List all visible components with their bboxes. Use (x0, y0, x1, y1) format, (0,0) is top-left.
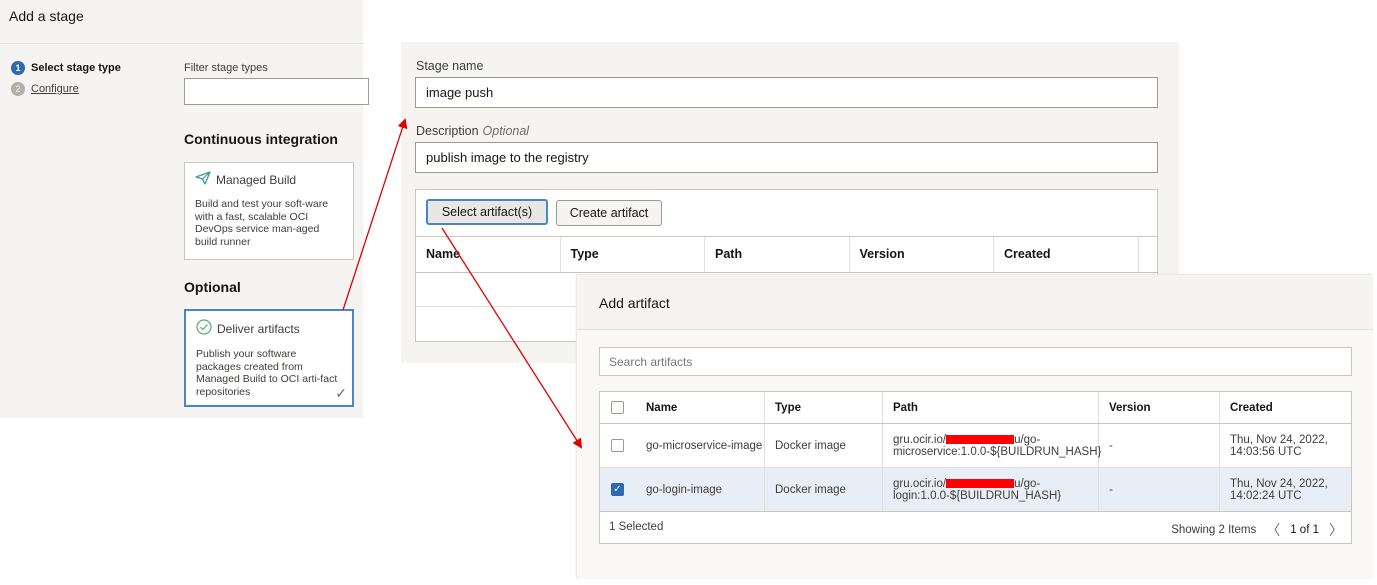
artifact-type: Docker image (765, 424, 883, 467)
path-after-redact: u/go- (1014, 433, 1041, 446)
step-select-stage-type: 1 Select stage type (11, 61, 121, 75)
filter-stage-types-input[interactable] (184, 78, 369, 105)
created-time: 14:03:56 UTC (1230, 445, 1302, 458)
artifact-created: Thu, Nov 24, 2022, 14:03:56 UTC (1220, 424, 1351, 467)
column-header-name[interactable]: Name (636, 392, 765, 423)
step-label: Select stage type (31, 62, 121, 74)
create-artifact-button[interactable]: Create artifact (556, 200, 662, 226)
description-input[interactable]: publish image to the registry (415, 142, 1158, 173)
artifact-version: - (1099, 424, 1220, 467)
column-header-type[interactable]: Type (765, 392, 883, 423)
stage-name-input[interactable]: image push (415, 77, 1158, 108)
column-header-version[interactable]: Version (1099, 392, 1220, 423)
artifact-path: gru.ocir.io/u/go- microservice:1.0.0-${B… (883, 424, 1102, 467)
selected-count: 1 Selected (609, 521, 664, 533)
path-prefix: gru.ocir.io/ (893, 433, 947, 446)
artifact-name: go-microservice-image (636, 424, 765, 467)
redaction-mark (946, 478, 1015, 488)
row-select-cell[interactable] (600, 424, 636, 467)
table-row[interactable]: go-microservice-image Docker image gru.o… (600, 424, 1351, 468)
selected-check-icon: ✓ (335, 385, 347, 401)
select-all-checkbox[interactable] (611, 401, 624, 414)
row-checkbox-checked[interactable]: ✓ (611, 483, 624, 496)
managed-build-desc: Build and test your soft-ware with a fas… (195, 198, 329, 248)
column-header-path[interactable]: Path (883, 392, 1099, 423)
artifact-created: Thu, Nov 24, 2022, 14:02:24 UTC (1220, 468, 1351, 511)
step-configure[interactable]: 2 Configure (11, 82, 79, 96)
artifact-path: gru.ocir.io/u/go- login:1.0.0-${BUILDRUN… (883, 468, 1099, 511)
column-header-path[interactable]: Path (705, 237, 850, 272)
table-footer: 1 Selected Showing 2 Items 〈 1 of 1 〉 (600, 512, 1351, 543)
managed-build-title: Managed Build (216, 172, 297, 187)
pagination: Showing 2 Items 〈 1 of 1 〉 (1171, 520, 1343, 540)
add-stage-header: Add a stage (0, 0, 363, 44)
column-header-name[interactable]: Name (416, 237, 561, 272)
column-header-created[interactable]: Created (994, 237, 1139, 272)
created-date: Thu, Nov 24, 2022, (1230, 477, 1328, 490)
step-number-2-icon: 2 (11, 82, 25, 96)
artifacts-table: Name Type Path Version Created go-micros… (599, 391, 1352, 544)
artifacts-table-header: Name Type Path Version Created (416, 236, 1157, 273)
artifact-name: go-login-image (636, 468, 765, 511)
column-header-version[interactable]: Version (850, 237, 994, 272)
select-artifacts-button[interactable]: Select artifact(s) (426, 199, 548, 225)
created-date: Thu, Nov 24, 2022, (1230, 433, 1328, 446)
add-artifact-body: Name Type Path Version Created go-micros… (577, 330, 1373, 579)
page-count: 1 of 1 (1290, 524, 1319, 536)
add-stage-panel: Add a stage 1 Select stage type 2 Config… (0, 0, 369, 418)
select-all-cell[interactable] (600, 392, 636, 423)
redaction-mark (946, 434, 1015, 444)
add-stage-title: Add a stage (9, 8, 84, 24)
step-label[interactable]: Configure (31, 83, 79, 95)
description-label: Description Optional (416, 124, 529, 138)
created-time: 14:02:24 UTC (1230, 489, 1302, 502)
managed-build-title-row: Managed Build (195, 171, 343, 188)
deliver-artifacts-desc: Publish your software packages created f… (196, 348, 338, 398)
artifact-version: - (1099, 468, 1220, 511)
deliver-artifacts-card[interactable]: Deliver artifacts Publish your software … (184, 309, 354, 407)
add-artifact-dialog: Add artifact Name Type Path Version Crea… (576, 274, 1373, 579)
artifact-type: Docker image (765, 468, 883, 511)
path-after-redact: u/go- (1014, 477, 1041, 490)
chevron-right-icon[interactable]: 〉 (1329, 520, 1343, 540)
optional-heading: Optional (184, 279, 241, 295)
column-header-created[interactable]: Created (1220, 392, 1351, 423)
path-line2: microservice:1.0.0-${BUILDRUN_HASH} (893, 445, 1102, 458)
column-header-type[interactable]: Type (561, 237, 705, 272)
search-artifacts-input[interactable] (599, 347, 1352, 376)
paper-plane-icon (195, 171, 211, 188)
deliver-artifacts-title: Deliver artifacts (217, 321, 300, 336)
table-header-row: Name Type Path Version Created (600, 392, 1351, 424)
check-circle-icon (196, 319, 212, 338)
deliver-artifacts-title-row: Deliver artifacts (196, 319, 342, 338)
description-label-text: Description (416, 124, 479, 138)
row-select-cell[interactable]: ✓ (600, 468, 636, 511)
filter-stage-types-label: Filter stage types (184, 62, 268, 74)
table-row[interactable]: ✓ go-login-image Docker image gru.ocir.i… (600, 468, 1351, 512)
path-line2: login:1.0.0-${BUILDRUN_HASH} (893, 489, 1062, 502)
showing-items: Showing 2 Items (1171, 524, 1257, 536)
stage-name-label: Stage name (416, 59, 484, 73)
add-artifact-header: Add artifact (577, 275, 1373, 330)
row-checkbox[interactable] (611, 439, 624, 452)
path-prefix: gru.ocir.io/ (893, 477, 947, 490)
chevron-left-icon[interactable]: 〈 (1266, 520, 1280, 540)
continuous-integration-heading: Continuous integration (184, 131, 338, 147)
managed-build-card[interactable]: Managed Build Build and test your soft-w… (184, 162, 354, 260)
step-number-1-icon: 1 (11, 61, 25, 75)
add-artifact-title: Add artifact (599, 295, 670, 311)
optional-tag: Optional (482, 124, 530, 138)
